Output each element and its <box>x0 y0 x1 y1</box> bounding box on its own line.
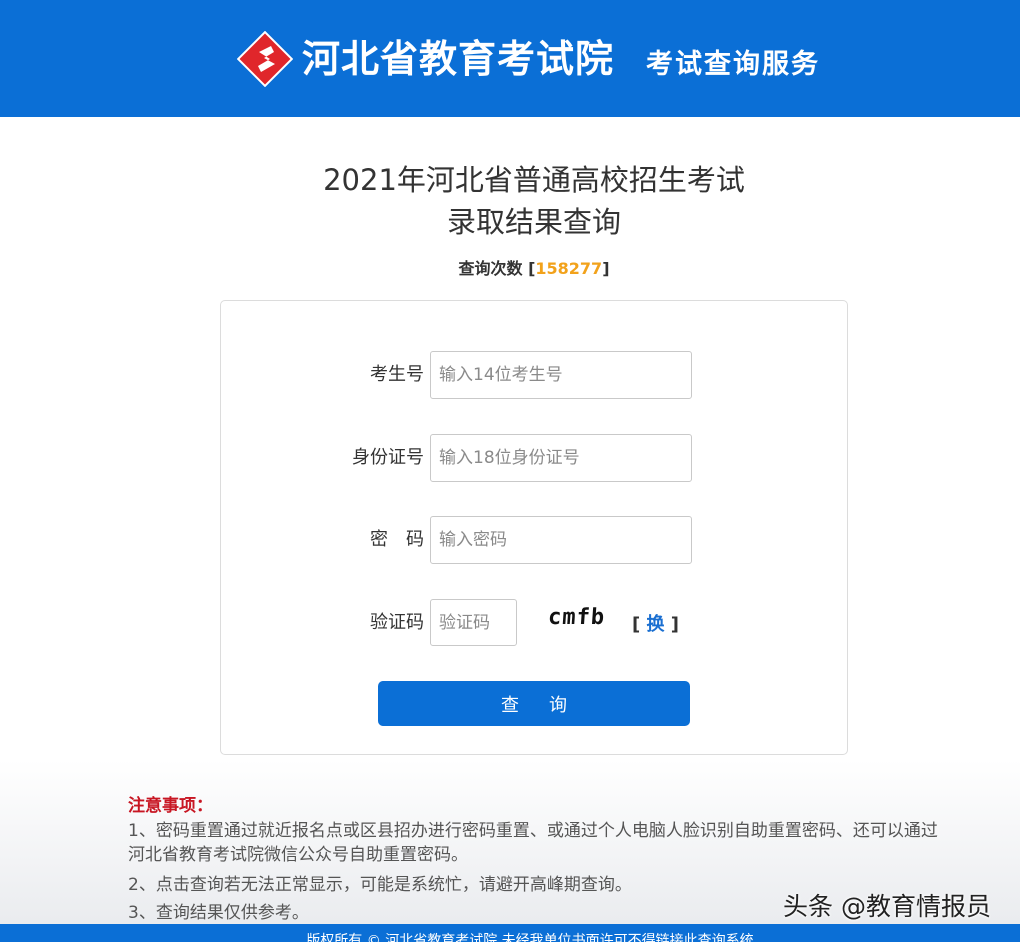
platform-watermark: 头条 @教育情报员 <box>783 892 991 921</box>
query-counter-close: ] <box>602 259 610 278</box>
copyright-text: 版权所有 © 河北省教育考试院 未经我单位书面许可不得链接此查询系统 <box>306 933 754 942</box>
site-header: 河北省教育考试院 考试查询服务 <box>0 0 1020 117</box>
notes-title: 注意事项： <box>128 796 213 816</box>
site-brand-subtitle: 考试查询服务 <box>646 49 820 80</box>
query-counter-value: 158277 <box>535 259 603 278</box>
captcha-input[interactable] <box>430 599 517 646</box>
query-counter: 查询次数 [158277] <box>0 258 1020 280</box>
captcha-refresh: [ 换 ] <box>632 613 679 637</box>
captcha-refresh-link[interactable]: 换 <box>647 614 665 635</box>
exam-number-label: 考生号 <box>370 364 424 385</box>
site-brand-name: 河北省教育考试院 <box>302 37 615 81</box>
password-input[interactable] <box>430 516 692 564</box>
captcha-image[interactable]: cmfb <box>547 603 606 633</box>
refresh-bracket-close: ] <box>664 614 679 635</box>
query-counter-label: 查询次数 [ <box>458 259 536 278</box>
site-footer: 版权所有 © 河北省教育考试院 未经我单位书面许可不得链接此查询系统 <box>0 924 1020 942</box>
password-label: 密 码 <box>370 529 424 550</box>
exam-number-input[interactable] <box>430 351 692 399</box>
notes-item: 1、密码重置通过就近报名点或区县招办进行密码重置、或通过个人电脑人脸识别自助重置… <box>128 821 938 865</box>
exam-authority-logo-icon <box>237 31 293 87</box>
id-number-label: 身份证号 <box>352 447 424 468</box>
id-number-input[interactable] <box>430 434 692 482</box>
page-title: 2021年河北省普通高校招生考试 <box>323 163 745 197</box>
page-subtitle: 录取结果查询 <box>446 205 621 239</box>
captcha-label: 验证码 <box>370 612 424 633</box>
query-submit-button[interactable]: 查询 <box>378 681 690 726</box>
refresh-bracket-open: [ <box>632 614 647 635</box>
